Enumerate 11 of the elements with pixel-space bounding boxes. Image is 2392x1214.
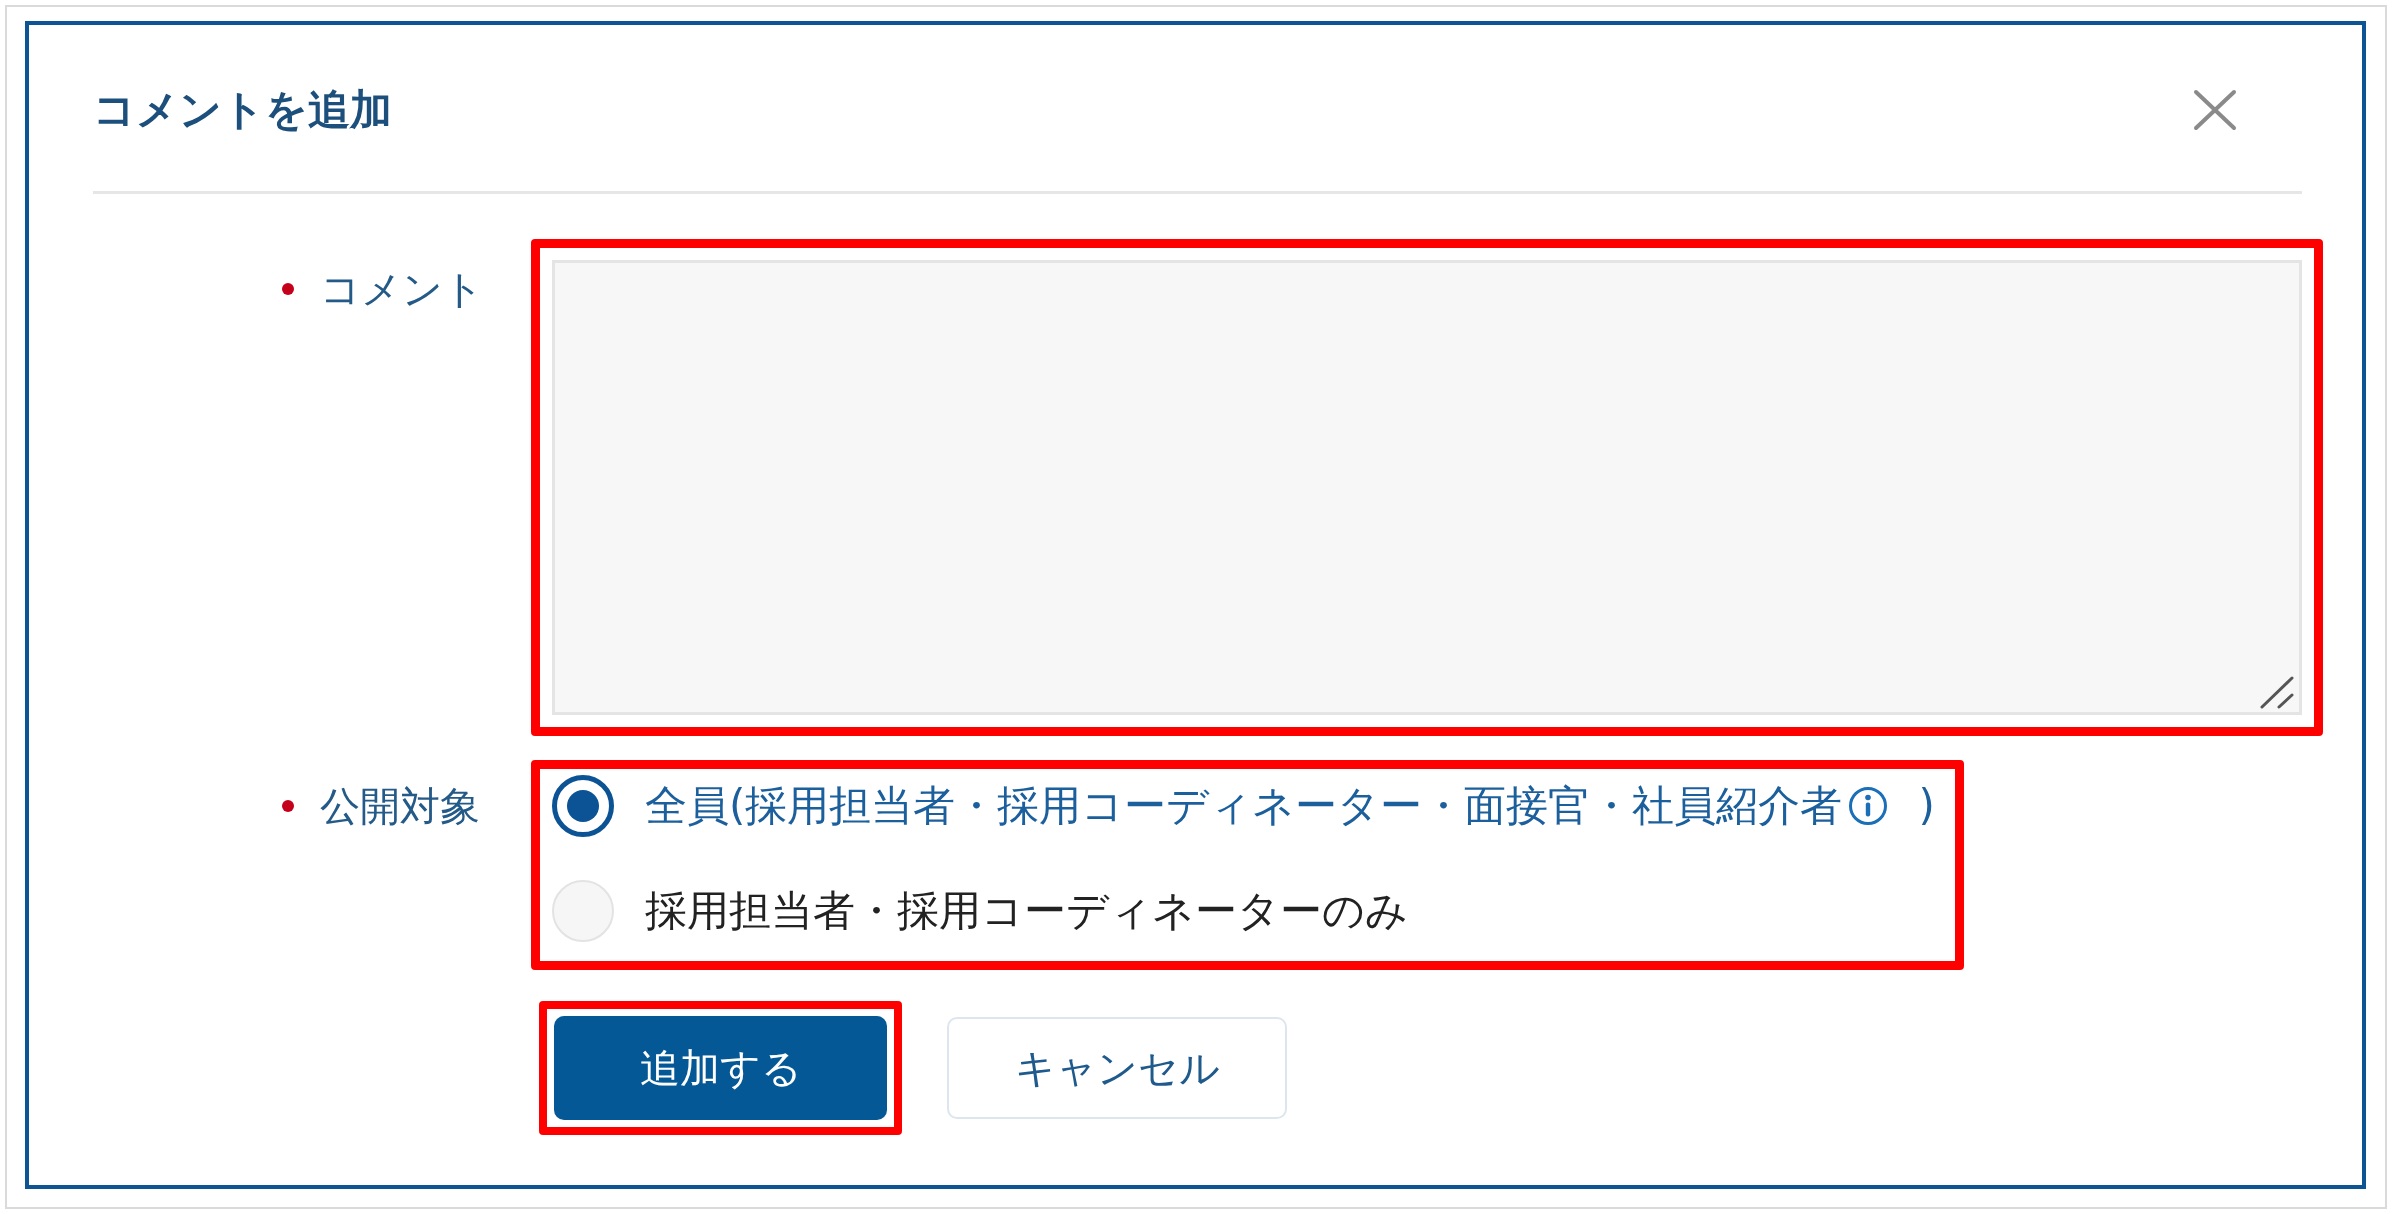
resize-handle-icon[interactable] [2260, 676, 2294, 709]
option-label[interactable]: 採用担当者・採用コーディネーターのみ [645, 880, 1408, 942]
option-label[interactable]: 全員(採用担当者・採用コーディネーター・面接官・社員紹介者 [645, 775, 1843, 837]
field-label: コメント [320, 265, 484, 314]
info-icon[interactable] [1848, 786, 1889, 826]
cancel-button[interactable]: キャンセル [947, 1017, 1287, 1119]
close-icon[interactable] [2193, 89, 2237, 131]
dialog-title: コメントを追加 [93, 85, 392, 135]
option-label-end: ) [1918, 780, 1935, 832]
add-button[interactable]: 追加する [554, 1016, 887, 1120]
field-label: 公開対象 [320, 782, 480, 831]
